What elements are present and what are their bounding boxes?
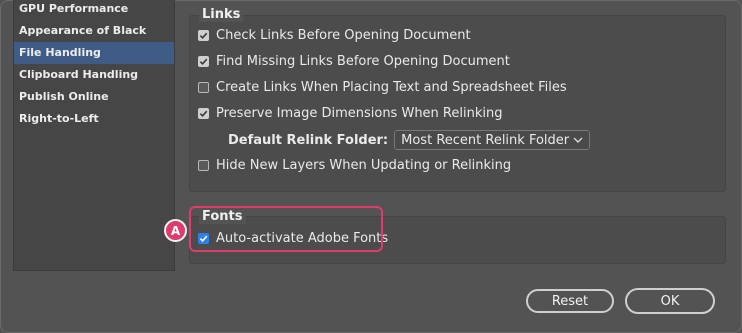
sidebar-item-clipboard-handling[interactable]: Clipboard Handling: [14, 64, 174, 86]
create-links-option[interactable]: Create Links When Placing Text and Sprea…: [198, 78, 567, 96]
links-group-title: Links: [199, 7, 244, 22]
reset-button[interactable]: Reset: [526, 289, 614, 313]
sidebar-item-file-handling[interactable]: File Handling: [14, 42, 174, 64]
check-links-checkbox[interactable]: [198, 29, 209, 41]
preserve-dimensions-label: Preserve Image Dimensions When Relinking: [216, 105, 503, 121]
checkmark-icon: [199, 110, 208, 117]
check-links-option[interactable]: Check Links Before Opening Document: [198, 26, 471, 44]
sidebar-item-gpu-performance[interactable]: GPU Performance: [14, 0, 174, 20]
chevron-down-icon: [573, 137, 583, 143]
ok-button[interactable]: OK: [625, 288, 715, 314]
sidebar-item-publish-online[interactable]: Publish Online: [14, 86, 174, 108]
check-links-label: Check Links Before Opening Document: [216, 27, 471, 43]
find-missing-links-option[interactable]: Find Missing Links Before Opening Docume…: [198, 52, 510, 70]
create-links-checkbox[interactable]: [198, 81, 209, 93]
relink-folder-value: Most Recent Relink Folder: [401, 132, 570, 148]
find-missing-links-checkbox[interactable]: [198, 55, 209, 67]
callout-highlight: [189, 206, 383, 252]
preferences-sidebar: GPU Performance Appearance of Black File…: [13, 0, 175, 271]
create-links-label: Create Links When Placing Text and Sprea…: [216, 79, 567, 95]
sidebar-item-right-to-left[interactable]: Right-to-Left: [14, 108, 174, 130]
callout-badge: A: [164, 219, 187, 242]
preserve-dimensions-checkbox[interactable]: [198, 107, 209, 119]
hide-layers-option[interactable]: Hide New Layers When Updating or Relinki…: [198, 156, 511, 174]
hide-layers-label: Hide New Layers When Updating or Relinki…: [216, 157, 512, 173]
checkmark-icon: [199, 58, 208, 65]
relink-folder-select[interactable]: Most Recent Relink Folder: [394, 130, 591, 150]
relink-folder-row: Default Relink Folder: Most Recent Relin…: [228, 130, 591, 150]
preserve-dimensions-option[interactable]: Preserve Image Dimensions When Relinking: [198, 104, 502, 122]
relink-folder-label: Default Relink Folder:: [228, 132, 389, 148]
hide-layers-checkbox[interactable]: [198, 159, 209, 171]
find-missing-links-label: Find Missing Links Before Opening Docume…: [216, 53, 510, 69]
sidebar-item-appearance-of-black[interactable]: Appearance of Black: [14, 20, 174, 42]
checkmark-icon: [199, 32, 208, 39]
